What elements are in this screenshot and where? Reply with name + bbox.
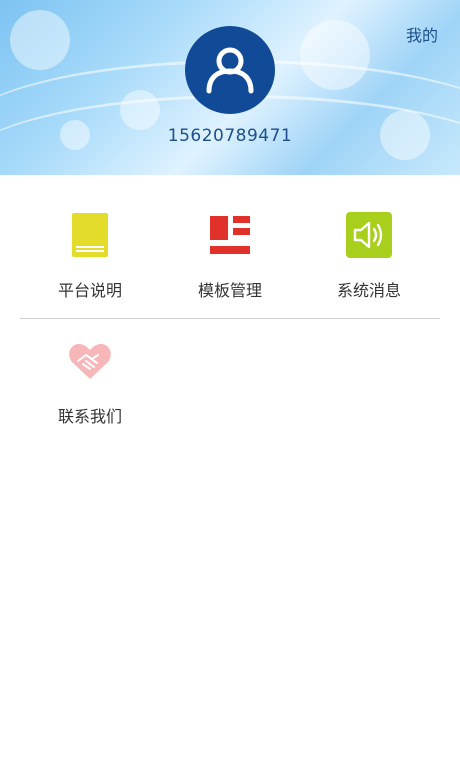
layout-icon [207, 212, 253, 258]
menu-item-contact-us[interactable]: 联系我们 [20, 338, 160, 427]
menu-item-label: 联系我们 [57, 407, 122, 426]
menu-item-system-message[interactable]: 系统消息 [299, 212, 439, 301]
avatar[interactable] [185, 26, 275, 114]
menu-item-platform-intro[interactable]: 平台说明 [20, 212, 160, 301]
page-title: 我的 [405, 26, 438, 45]
handshake-icon [67, 338, 113, 384]
book-icon [67, 212, 113, 258]
header-bokeh [10, 10, 70, 70]
user-phone: 15620789471 [167, 126, 293, 146]
menu-item-template-manage[interactable]: 模板管理 [160, 212, 300, 301]
menu-item-label: 系统消息 [336, 281, 401, 300]
profile-header: 我的 15620789471 [0, 0, 460, 175]
menu-item-label: 模板管理 [197, 281, 262, 300]
speaker-icon [346, 212, 392, 258]
user-icon [206, 47, 254, 94]
menu-item-label: 平台说明 [57, 281, 122, 300]
section-divider [20, 318, 440, 319]
